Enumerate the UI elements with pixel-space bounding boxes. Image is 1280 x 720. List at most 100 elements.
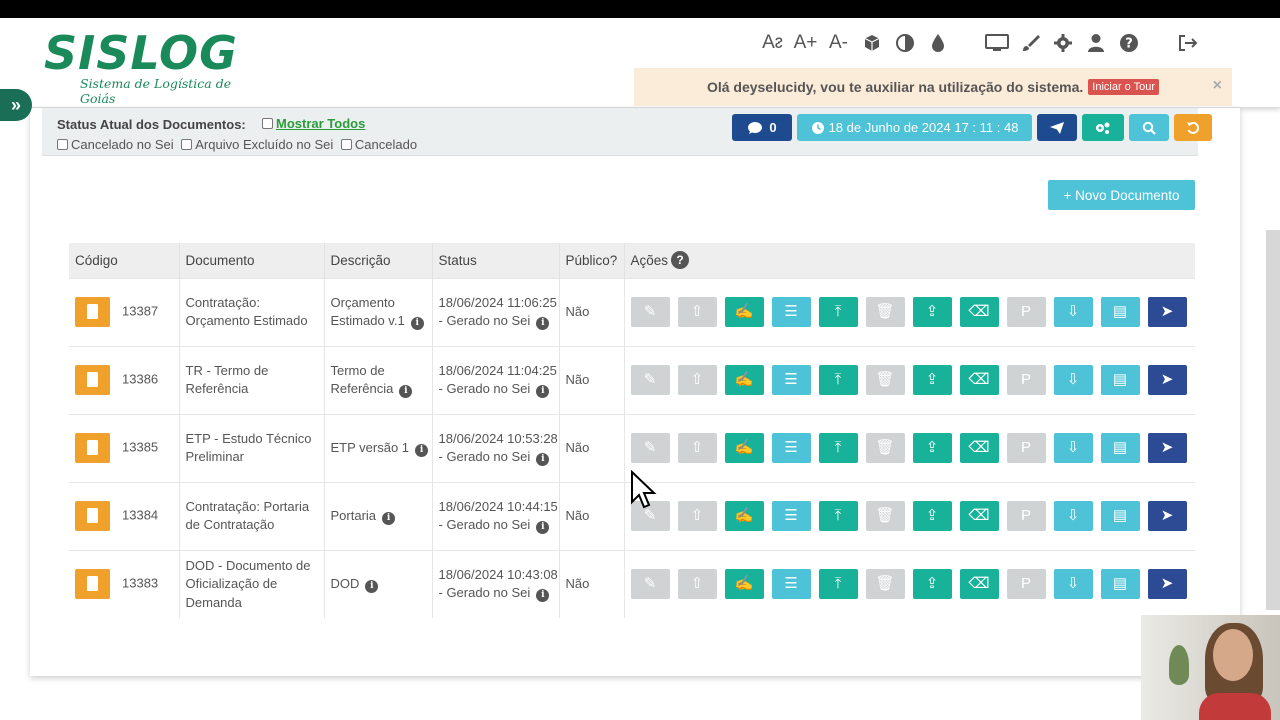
drop-icon[interactable]: [921, 32, 954, 54]
download-button[interactable]: ⇩: [1053, 365, 1093, 395]
pdf-button[interactable]: ▤: [1100, 569, 1140, 600]
upload-small-button[interactable]: ⇧: [677, 501, 717, 531]
show-all-link[interactable]: Mostrar Todos: [262, 116, 365, 131]
show-all-checkbox[interactable]: [262, 118, 273, 129]
send-button[interactable]: ➤: [1147, 501, 1187, 531]
upload-button[interactable]: ⤒: [818, 365, 858, 395]
checkbox[interactable]: [340, 139, 352, 150]
list-button[interactable]: ☰: [771, 297, 811, 327]
upload-small-button[interactable]: ⇧: [677, 297, 717, 327]
sign-button[interactable]: ✍: [724, 365, 764, 395]
edit-button[interactable]: ✎: [630, 433, 670, 463]
font-reset-icon[interactable]: Aᴤ: [756, 32, 789, 54]
list-button[interactable]: ☰: [771, 569, 811, 600]
comments-button[interactable]: 0: [732, 114, 792, 141]
sign-button[interactable]: ✍: [724, 297, 764, 327]
pdf-button[interactable]: ▤: [1100, 501, 1140, 531]
trash-upload-button[interactable]: ⇪: [912, 569, 952, 600]
delete-button[interactable]: 🗑: [865, 297, 905, 327]
trash-upload-button[interactable]: ⇪: [912, 365, 952, 395]
pdf-button[interactable]: ▤: [1100, 433, 1140, 463]
delete-button[interactable]: 🗑: [865, 569, 905, 600]
download-button[interactable]: ⇩: [1053, 569, 1093, 600]
list-button[interactable]: ☰: [771, 365, 811, 395]
erase-button[interactable]: ⌫: [959, 501, 999, 531]
info-icon[interactable]: i: [382, 511, 396, 525]
upload-button[interactable]: ⤒: [818, 433, 858, 463]
font-decrease-icon[interactable]: A-: [822, 32, 855, 54]
checkbox[interactable]: [57, 139, 68, 150]
document-icon[interactable]: [75, 365, 110, 395]
document-icon[interactable]: [75, 433, 110, 463]
info-icon[interactable]: i: [410, 317, 424, 330]
info-icon[interactable]: i: [536, 589, 550, 603]
checkbox[interactable]: [181, 139, 193, 150]
trash-upload-button[interactable]: ⇪: [912, 433, 952, 463]
info-icon[interactable]: i: [536, 317, 550, 330]
upload-small-button[interactable]: ⇧: [677, 433, 717, 463]
monitor-icon[interactable]: [980, 32, 1013, 54]
send-button[interactable]: ➤: [1147, 365, 1187, 395]
cube-icon[interactable]: [855, 32, 888, 54]
trash-upload-button[interactable]: ⇪: [912, 501, 952, 531]
delete-button[interactable]: 🗑: [865, 365, 905, 395]
upload-button[interactable]: ⤒: [818, 569, 858, 600]
info-icon[interactable]: i: [399, 385, 413, 398]
close-icon[interactable]: ×: [1213, 77, 1222, 95]
sidebar-toggle-button[interactable]: »: [0, 89, 32, 121]
new-document-button[interactable]: + Novo Documento: [1048, 180, 1195, 210]
brush-icon[interactable]: [1013, 32, 1046, 54]
filter-cancelado-sei[interactable]: Cancelado no Sei: [57, 137, 174, 152]
erase-button[interactable]: ⌫: [959, 433, 999, 463]
info-icon[interactable]: i: [365, 580, 379, 593]
p-button[interactable]: P: [1006, 501, 1046, 531]
p-button[interactable]: P: [1006, 569, 1046, 600]
send-button[interactable]: ➤: [1147, 569, 1187, 600]
start-tour-button[interactable]: Iniciar o Tour: [1088, 79, 1160, 95]
info-icon[interactable]: i: [536, 521, 550, 534]
download-button[interactable]: ⇩: [1053, 501, 1093, 531]
download-button[interactable]: ⇩: [1053, 433, 1093, 463]
edit-button[interactable]: ✎: [630, 297, 670, 327]
edit-button[interactable]: ✎: [630, 365, 670, 395]
erase-button[interactable]: ⌫: [959, 569, 999, 600]
delete-button[interactable]: 🗑: [865, 433, 905, 463]
p-button[interactable]: P: [1006, 297, 1046, 327]
filter-arquivo-excluido[interactable]: Arquivo Excluído no Sei: [181, 137, 333, 152]
font-increase-icon[interactable]: A+: [789, 32, 822, 54]
erase-button[interactable]: ⌫: [959, 297, 999, 327]
list-button[interactable]: ☰: [771, 433, 811, 463]
pdf-button[interactable]: ▤: [1100, 297, 1140, 327]
p-button[interactable]: P: [1006, 433, 1046, 463]
help-icon[interactable]: ?: [1112, 32, 1145, 54]
document-icon[interactable]: [75, 297, 110, 327]
search-button[interactable]: [1129, 114, 1169, 141]
document-icon[interactable]: [75, 569, 110, 600]
sign-button[interactable]: ✍: [724, 501, 764, 531]
upload-button[interactable]: ⤒: [818, 501, 858, 531]
pdf-button[interactable]: ▤: [1100, 365, 1140, 395]
download-button[interactable]: ⇩: [1053, 297, 1093, 327]
list-button[interactable]: ☰: [771, 501, 811, 531]
settings-button[interactable]: [1082, 114, 1124, 141]
refresh-button[interactable]: [1174, 114, 1212, 141]
logout-icon[interactable]: [1171, 32, 1204, 54]
logo[interactable]: SISLOG Sistema de Logística de Goiás: [44, 28, 264, 106]
gear-icon[interactable]: [1046, 32, 1079, 54]
document-icon[interactable]: [75, 501, 110, 531]
info-icon[interactable]: i: [415, 443, 429, 457]
trash-upload-button[interactable]: ⇪: [912, 297, 952, 327]
upload-small-button[interactable]: ⇧: [677, 569, 717, 600]
help-icon[interactable]: ?: [671, 251, 690, 270]
send-button[interactable]: ➤: [1147, 433, 1187, 463]
p-button[interactable]: P: [1006, 365, 1046, 395]
send-all-button[interactable]: [1037, 114, 1077, 141]
erase-button[interactable]: ⌫: [959, 365, 999, 395]
delete-button[interactable]: 🗑: [865, 501, 905, 531]
sign-button[interactable]: ✍: [724, 433, 764, 463]
info-icon[interactable]: i: [536, 385, 550, 398]
upload-button[interactable]: ⤒: [818, 297, 858, 327]
info-icon[interactable]: i: [536, 453, 550, 466]
page-scrollbar[interactable]: [1266, 230, 1280, 610]
contrast-icon[interactable]: [888, 32, 921, 54]
